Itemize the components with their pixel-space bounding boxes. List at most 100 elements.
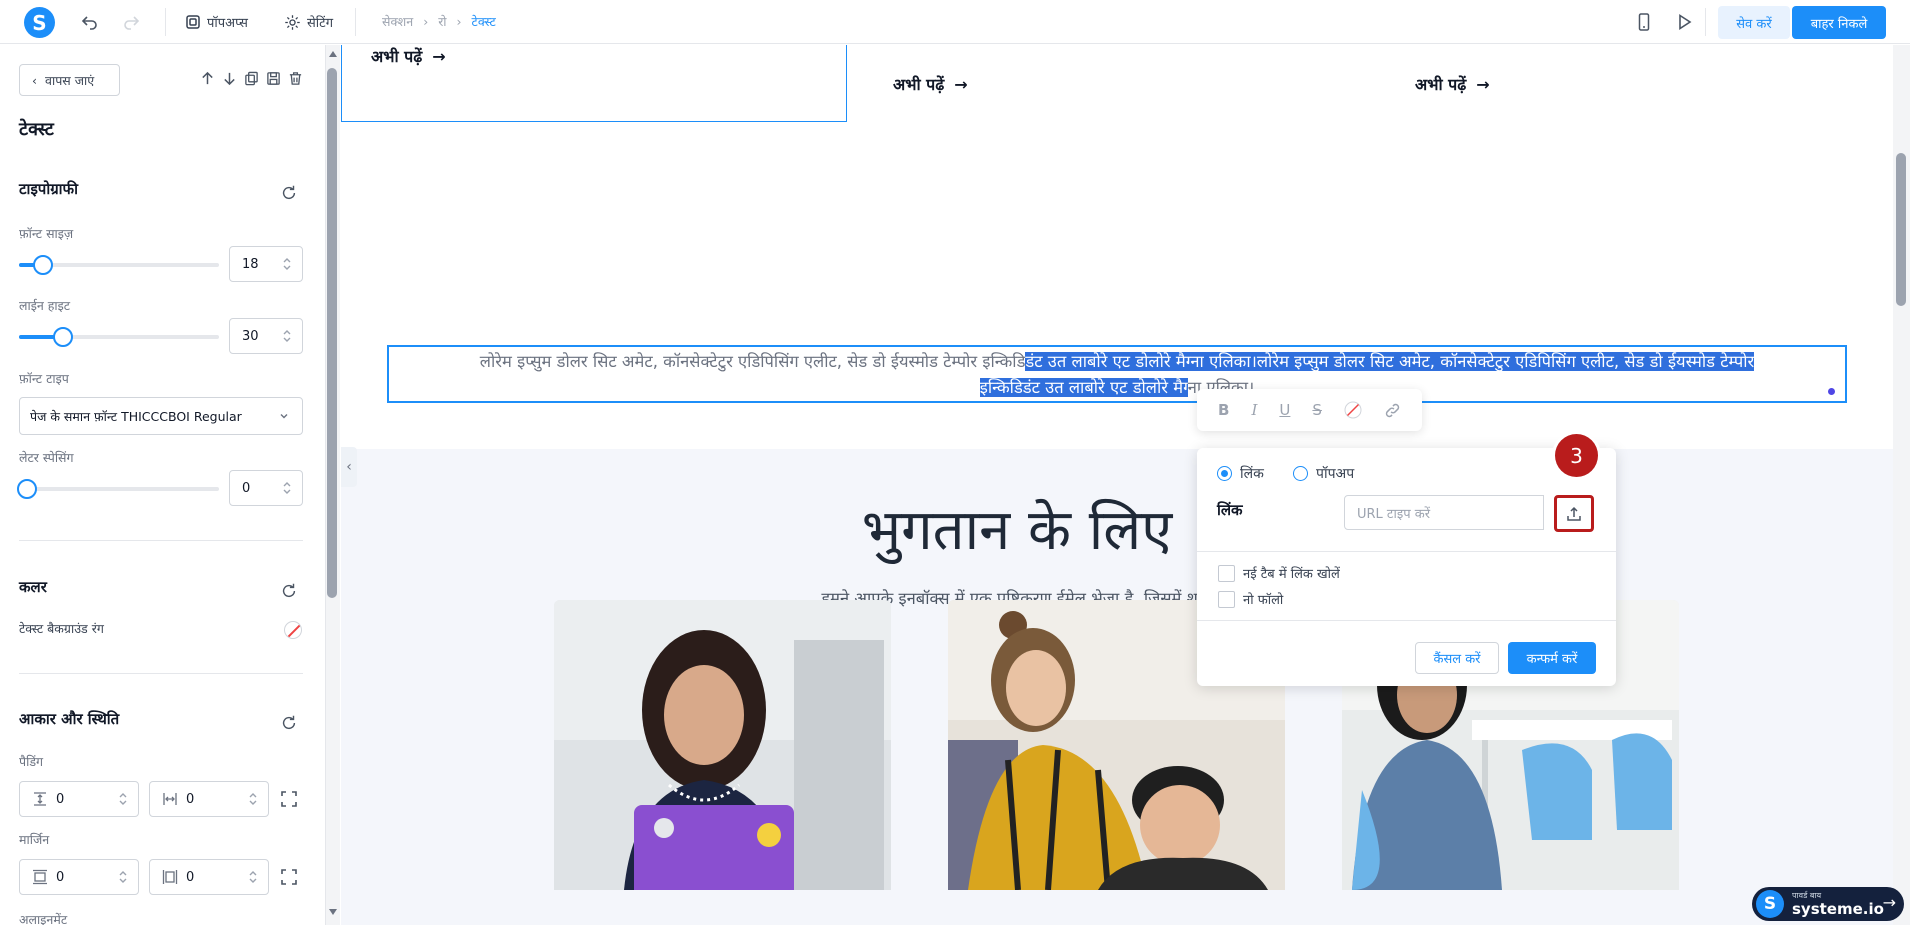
scroll-up-icon[interactable]: [328, 50, 338, 58]
popups-button[interactable]: पॉपअप्स: [185, 10, 248, 34]
duplicate-icon[interactable]: [244, 71, 259, 86]
panel-title: टेक्स्ट: [19, 119, 54, 140]
new-tab-checkbox[interactable]: नई टैब में लिंक खोलें: [1218, 564, 1340, 582]
url-placeholder: URL टाइप करें: [1357, 506, 1431, 522]
stepper-icon[interactable]: [282, 328, 292, 344]
popup-type-radio[interactable]: पॉपअप: [1293, 464, 1354, 483]
font-size-input[interactable]: 18: [229, 246, 303, 282]
photo-woman-laptop: [554, 600, 891, 890]
margin-vertical-value: 0: [56, 869, 65, 885]
read-more-link[interactable]: अभी पढ़ें →: [1415, 73, 1490, 95]
undo-icon[interactable]: [80, 12, 100, 32]
link-icon[interactable]: [1384, 402, 1401, 419]
nofollow-checkbox[interactable]: नो फॉलो: [1218, 590, 1283, 608]
delete-icon[interactable]: [288, 71, 303, 86]
breadcrumb-text[interactable]: टेक्स्ट: [472, 13, 496, 30]
cancel-button[interactable]: कैंसल करें: [1415, 642, 1499, 674]
breadcrumb-section[interactable]: सेक्शन: [382, 13, 413, 30]
play-preview-icon[interactable]: [1674, 12, 1694, 32]
systeme-logo-icon: S: [1756, 890, 1784, 918]
sidebar-scrollbar-thumb[interactable]: [327, 68, 337, 598]
divider: [1705, 8, 1706, 36]
resize-handle[interactable]: [1828, 388, 1835, 395]
slider-knob[interactable]: [17, 479, 37, 499]
bold-icon[interactable]: B: [1218, 401, 1229, 419]
italic-icon[interactable]: I: [1251, 401, 1257, 419]
upload-file-button[interactable]: [1554, 495, 1594, 532]
text-color-none-icon[interactable]: [1344, 401, 1362, 419]
reset-icon[interactable]: [280, 184, 298, 202]
expand-icon[interactable]: [280, 868, 298, 886]
arrow-right-icon: →: [1882, 893, 1896, 912]
radio-unchecked-icon: [1293, 466, 1308, 481]
padding-vertical-input[interactable]: 0: [19, 781, 139, 817]
breadcrumb-row[interactable]: रो: [438, 13, 446, 30]
divider: [1197, 551, 1616, 552]
radio-checked-icon: [1217, 466, 1232, 481]
link-type-radio[interactable]: लिंक: [1217, 464, 1264, 483]
arrow-up-icon[interactable]: [200, 71, 215, 86]
stepper-icon[interactable]: [282, 256, 292, 272]
stepper-icon[interactable]: [118, 791, 128, 807]
text-selection[interactable]: डंट उत लाबोरे एट डोलोरे मैग्ना एलिका।लोर…: [1025, 352, 1755, 371]
text-selection[interactable]: इन्किडिडंट उत लाबोरे एट डोलोरे मैग्: [979, 378, 1188, 397]
reset-icon[interactable]: [280, 582, 298, 600]
selected-text-block[interactable]: लोरेम इप्सुम डोलर सिट अमेट, कॉनसेक्टेटुर…: [387, 345, 1847, 403]
powered-by-badge[interactable]: S पावर्ड बाय systeme.io →: [1752, 887, 1904, 921]
expand-icon[interactable]: [280, 790, 298, 808]
url-input[interactable]: URL टाइप करें: [1344, 495, 1544, 530]
stepper-icon[interactable]: [282, 480, 292, 496]
slider-knob[interactable]: [53, 327, 73, 347]
font-type-select[interactable]: पेज के समान फ़ॉन्ट THICCCBOI Regular: [19, 397, 303, 435]
confirm-button[interactable]: कन्फर्म करें: [1508, 642, 1596, 674]
stepper-icon[interactable]: [248, 869, 258, 885]
settings-label: सेटिंग: [307, 16, 334, 31]
mobile-preview-icon[interactable]: [1634, 12, 1654, 32]
line-height-slider[interactable]: [19, 327, 219, 347]
read-more-link[interactable]: अभी पढ़ें →: [893, 73, 968, 95]
letter-spacing-input[interactable]: 0: [229, 470, 303, 506]
save-block-icon[interactable]: [266, 71, 281, 86]
strikethrough-icon[interactable]: S: [1312, 401, 1322, 419]
link-settings-popup: लिंक पॉपअप लिंक URL टाइप करें नई टैब में…: [1197, 448, 1616, 686]
app-logo[interactable]: S: [24, 7, 55, 38]
divider: [165, 8, 166, 36]
collapse-sidebar-toggle[interactable]: ‹: [341, 447, 357, 487]
read-more-link[interactable]: अभी पढ़ें →: [371, 45, 446, 67]
no-color-swatch-icon[interactable]: [284, 621, 302, 639]
settings-button[interactable]: सेटिंग: [284, 10, 333, 34]
stepper-icon[interactable]: [248, 791, 258, 807]
padding-horizontal-value: 0: [186, 791, 195, 807]
color-title: कलर: [19, 578, 47, 596]
radio-link-label: लिंक: [1240, 466, 1264, 482]
letter-spacing-slider[interactable]: [17, 479, 219, 499]
save-button[interactable]: सेव करें: [1718, 6, 1790, 39]
underline-icon[interactable]: U: [1279, 401, 1290, 419]
read-more-label: अभी पढ़ें: [371, 47, 423, 66]
stepper-icon[interactable]: [118, 869, 128, 885]
back-button[interactable]: ‹ वापस जाएं: [19, 64, 120, 96]
reset-icon[interactable]: [280, 714, 298, 732]
new-tab-label: नई टैब में लिंक खोलें: [1243, 567, 1340, 582]
padding-horizontal-input[interactable]: 0: [149, 781, 269, 817]
read-more-label: अभी पढ़ें: [1415, 75, 1467, 94]
line-height-input[interactable]: 30: [229, 318, 303, 354]
slider-knob[interactable]: [33, 255, 53, 275]
margin-horizontal-value: 0: [186, 869, 195, 885]
arrow-down-icon[interactable]: [222, 71, 237, 86]
alignment-label: अलाइनमेंट: [19, 912, 68, 925]
brand-name: systeme.io: [1792, 900, 1884, 918]
size-position-title: आकार और स्थिति: [19, 710, 120, 728]
link-label: लिंक: [1217, 501, 1243, 519]
exit-button[interactable]: बाहर निकले: [1792, 6, 1886, 39]
margin-vertical-input[interactable]: 0: [19, 859, 139, 895]
canvas-scrollbar-thumb[interactable]: [1896, 153, 1906, 306]
redo-icon[interactable]: [121, 12, 141, 32]
font-type-label: फ़ॉन्ट टाइप: [19, 371, 69, 386]
checkbox-icon: [1218, 564, 1235, 582]
breadcrumb: सेक्शन › रो › टेक्स्ट: [382, 13, 496, 30]
scroll-down-icon[interactable]: [328, 908, 338, 916]
font-size-slider[interactable]: [19, 255, 219, 275]
margin-horizontal-input[interactable]: 0: [149, 859, 269, 895]
padding-horizontal-icon: [163, 793, 177, 805]
